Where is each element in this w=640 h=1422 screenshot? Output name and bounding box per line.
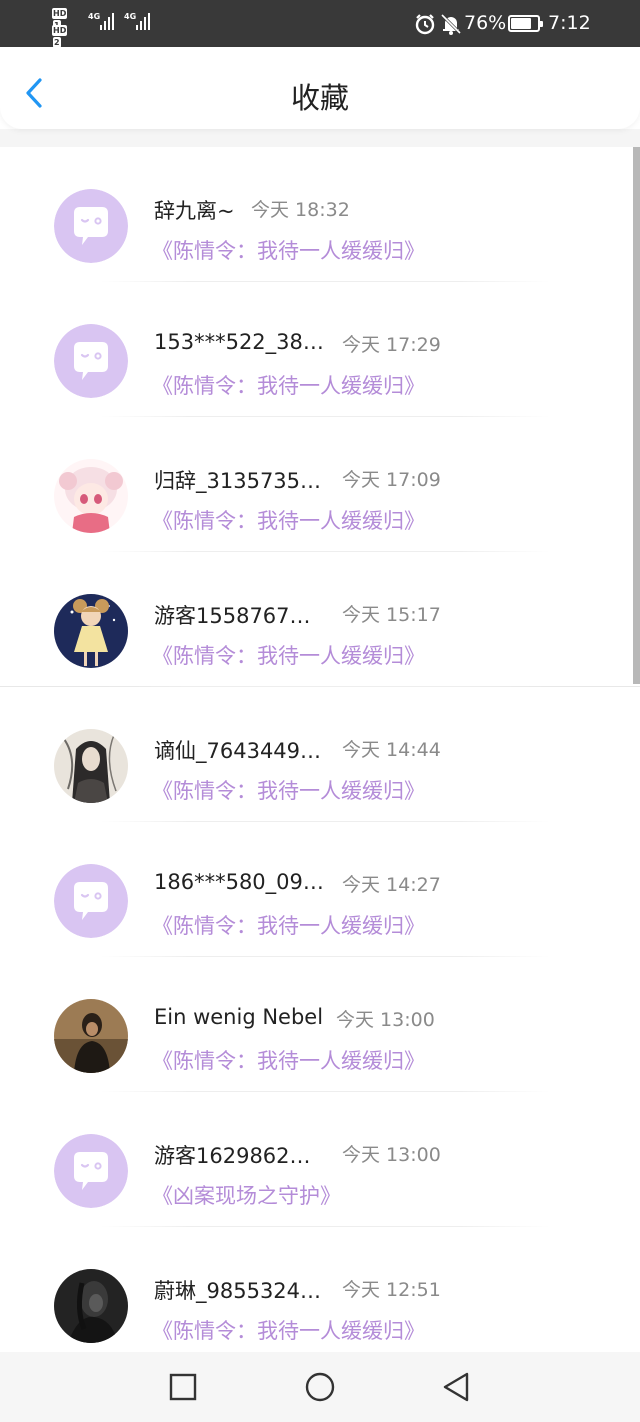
status-bar: HD1 HD2 4G 4G 76% 7:12 xyxy=(0,0,640,48)
header-gap xyxy=(0,129,640,147)
photo-person-avatar[interactable] xyxy=(54,999,128,1073)
timestamp: 今天 13:00 xyxy=(342,1144,441,1166)
list-item[interactable]: 游客1629862… 今天 13:00 《凶案现场之守护》 xyxy=(0,1092,640,1227)
network-type-2: 4G xyxy=(124,12,137,21)
username[interactable]: 游客1558767… xyxy=(154,600,311,630)
timestamp: 今天 12:51 xyxy=(342,1279,441,1301)
battery-icon xyxy=(508,15,543,32)
network-type-1: 4G xyxy=(88,12,101,21)
default-chat-avatar[interactable] xyxy=(54,864,128,938)
username[interactable]: 186***580_09… xyxy=(154,870,324,894)
default-chat-avatar[interactable] xyxy=(54,1134,128,1208)
favorites-list[interactable]: 辞九离~ 今天 18:32 《陈情令：我待一人缓缓归》 153***522_38… 今… xyxy=(0,147,640,1352)
alarm-icon xyxy=(415,14,435,35)
timestamp: 今天 14:44 xyxy=(342,739,441,761)
list-item[interactable]: 蔚琳_9855324… 今天 12:51 《陈情令：我待一人缓缓归》 xyxy=(0,1227,640,1352)
list-item[interactable]: 归辞_3135735… 今天 17:09 《陈情令：我待一人缓缓归》 xyxy=(0,417,640,552)
mute-bell-icon xyxy=(440,13,462,35)
username[interactable]: 游客1629862… xyxy=(154,1140,311,1170)
signal-bars-1-icon xyxy=(100,12,114,30)
default-chat-avatar[interactable] xyxy=(54,189,128,263)
circle-icon xyxy=(305,1372,335,1402)
battery-percent: 76% xyxy=(464,12,507,34)
battery-fill xyxy=(511,18,531,29)
book-title-link[interactable]: 《陈情令：我待一人缓缓归》 xyxy=(152,775,425,805)
page-title: 收藏 xyxy=(290,81,349,115)
timestamp: 今天 17:29 xyxy=(342,334,441,356)
username[interactable]: 153***522_38… xyxy=(154,330,324,354)
back-nav-button[interactable] xyxy=(439,1370,473,1404)
signal-bars-2-icon xyxy=(136,12,150,30)
list-item[interactable]: 186***580_09… 今天 14:27 《陈情令：我待一人缓缓归》 xyxy=(0,822,640,957)
status-right: 76% 7:12 xyxy=(400,0,640,47)
default-chat-avatar[interactable] xyxy=(54,324,128,398)
triangle-back-icon xyxy=(443,1372,469,1402)
recent-apps-button[interactable] xyxy=(166,1370,200,1404)
username[interactable]: 谪仙_7643449… xyxy=(154,735,321,765)
list-item[interactable]: 153***522_38… 今天 17:29 《陈情令：我待一人缓缓归》 xyxy=(0,282,640,417)
timestamp: 今天 14:27 xyxy=(342,874,441,896)
system-nav-bar xyxy=(0,1352,640,1422)
book-title-link[interactable]: 《凶案现场之守护》 xyxy=(152,1180,341,1210)
home-button[interactable] xyxy=(303,1370,337,1404)
app-header: 收藏 xyxy=(0,47,640,129)
scrollbar[interactable] xyxy=(633,147,640,684)
anime-girl-pink-avatar[interactable] xyxy=(54,459,128,533)
list-item[interactable]: Ein wenig Nebel 今天 13:00 《陈情令：我待一人缓缓归》 xyxy=(0,957,640,1092)
list-item[interactable]: 辞九离~ 今天 18:32 《陈情令：我待一人缓缓归》 xyxy=(0,147,640,282)
book-title-link[interactable]: 《陈情令：我待一人缓缓归》 xyxy=(152,640,425,670)
book-title-link[interactable]: 《陈情令：我待一人缓缓归》 xyxy=(152,910,425,940)
username[interactable]: 归辞_3135735… xyxy=(154,465,321,495)
username[interactable]: 辞九离~ xyxy=(154,195,235,225)
list-item[interactable]: 谪仙_7643449… 今天 14:44 《陈情令：我待一人缓缓归》 xyxy=(0,687,640,822)
book-title-link[interactable]: 《陈情令：我待一人缓缓归》 xyxy=(152,1315,425,1345)
book-title-link[interactable]: 《陈情令：我待一人缓缓归》 xyxy=(152,1045,425,1075)
clock: 7:12 xyxy=(548,12,591,34)
timestamp: 今天 13:00 xyxy=(336,1009,435,1031)
anime-girl-night-avatar[interactable] xyxy=(54,594,128,668)
timestamp: 今天 18:32 xyxy=(251,199,350,221)
list-item[interactable]: 游客1558767… 今天 15:17 《陈情令：我待一人缓缓归》 xyxy=(0,552,640,687)
square-icon xyxy=(169,1373,197,1401)
book-title-link[interactable]: 《陈情令：我待一人缓缓归》 xyxy=(152,235,425,265)
timestamp: 今天 17:09 xyxy=(342,469,441,491)
ink-portrait-avatar[interactable] xyxy=(54,729,128,803)
username[interactable]: 蔚琳_9855324… xyxy=(154,1275,321,1305)
timestamp: 今天 15:17 xyxy=(342,604,441,626)
dark-portrait-avatar[interactable] xyxy=(54,1269,128,1343)
username[interactable]: Ein wenig Nebel xyxy=(154,1005,323,1029)
sim2-badge: HD2 xyxy=(52,25,68,48)
book-title-link[interactable]: 《陈情令：我待一人缓缓归》 xyxy=(152,505,425,535)
book-title-link[interactable]: 《陈情令：我待一人缓缓归》 xyxy=(152,370,425,400)
